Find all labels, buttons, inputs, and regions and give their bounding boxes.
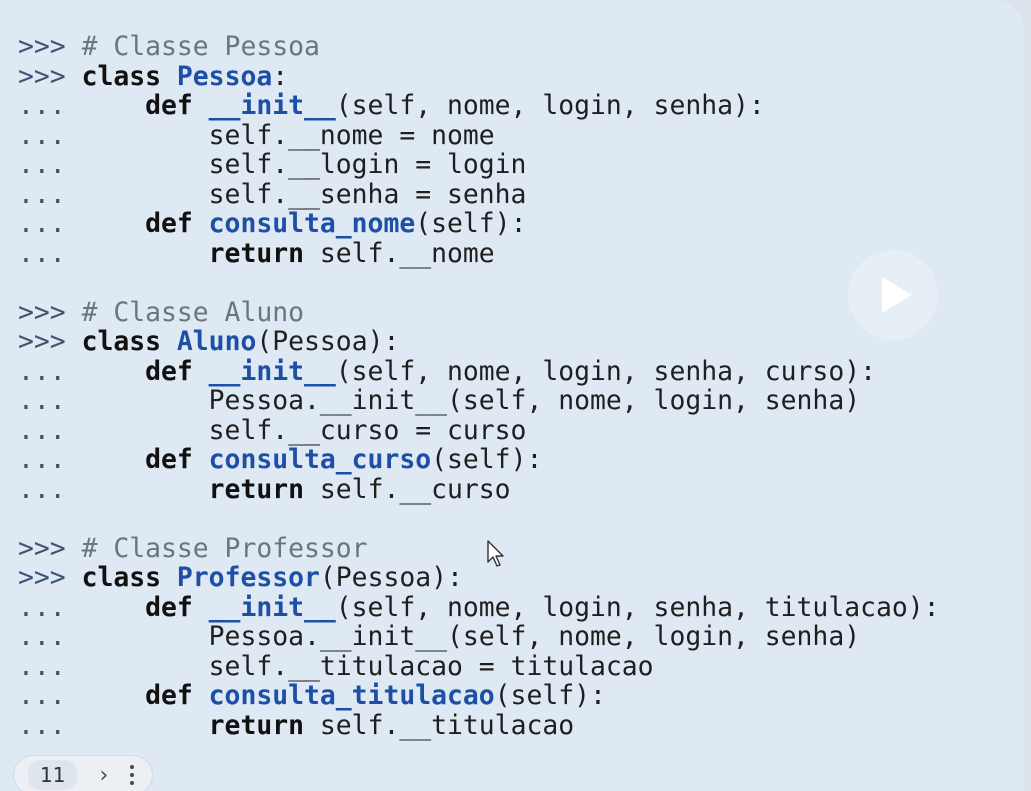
prompt: ... xyxy=(18,473,209,505)
keyword: return xyxy=(208,473,320,505)
code-text: (self): xyxy=(494,680,606,711)
prompt: ... xyxy=(18,90,146,121)
prompt: >>> xyxy=(18,532,82,564)
code-line: ... return self.__titulacao xyxy=(18,709,940,741)
code-line: ... def __init__(self, nome, login, senh… xyxy=(18,355,940,387)
comment: # Classe Pessoa xyxy=(81,31,320,62)
code-text: (self, nome, login, senha, titulacao): xyxy=(335,591,940,623)
prompt: ... xyxy=(18,355,146,387)
code-line: ... self.__titulacao = titulacao xyxy=(18,650,940,682)
code-block: >>> # Classe Pessoa >>> class Pessoa:... … xyxy=(18,32,940,740)
prompt: ... xyxy=(18,237,209,269)
page-number[interactable]: 11 xyxy=(28,760,78,790)
keyword: class xyxy=(81,60,177,92)
identifier: __init__ xyxy=(208,90,336,121)
play-button[interactable] xyxy=(848,250,938,340)
identifier: Pessoa xyxy=(176,60,273,92)
comment: # Classe Aluno xyxy=(81,296,305,328)
screen: >>> # Classe Pessoa >>> class Pessoa:... … xyxy=(0,0,1031,791)
mouse-pointer-icon xyxy=(487,540,504,567)
keyword: def xyxy=(145,355,209,387)
keyword: def xyxy=(145,208,209,239)
prompt: >>> xyxy=(18,326,82,357)
code-line: >>> class Aluno(Pessoa): xyxy=(18,327,940,357)
prompt: ... xyxy=(18,591,146,623)
keyword: return xyxy=(208,709,320,741)
code-text: Pessoa.__init__(self, nome, login, senha… xyxy=(208,621,861,652)
prompt: ... xyxy=(18,680,146,711)
code-text: (self): xyxy=(415,208,527,239)
identifier: Professor xyxy=(176,562,320,593)
slide-pager: 11 › xyxy=(14,756,153,791)
comment: # Classe Professor xyxy=(81,532,368,564)
prompt: >>> xyxy=(18,562,82,593)
prompt: >>> xyxy=(18,60,82,92)
prompt: >>> xyxy=(18,31,82,62)
code-text: self.__login = login xyxy=(208,149,527,180)
keyword: def xyxy=(145,90,209,121)
code-text: self.__nome = nome xyxy=(208,119,495,151)
identifier: Aluno xyxy=(176,326,257,357)
code-line: ... def consulta_nome(self): xyxy=(18,209,940,239)
code-text: (Pessoa): xyxy=(256,326,400,357)
code-line: ... def __init__(self, nome, login, senh… xyxy=(18,591,940,623)
prompt: ... xyxy=(18,444,146,475)
code-text: self.__titulacao xyxy=(319,709,575,741)
code-line: ... self.__curso = curso xyxy=(18,414,940,446)
prompt: ... xyxy=(18,178,209,210)
keyword: def xyxy=(145,680,209,711)
code-line: >>> # Classe Pessoa xyxy=(18,32,940,62)
code-text: self.__senha = senha xyxy=(208,178,527,210)
code-line: ... def __init__(self, nome, login, senh… xyxy=(18,91,940,121)
prompt: ... xyxy=(18,149,209,180)
code-line: ... return self.__nome xyxy=(18,237,940,269)
keyword: def xyxy=(145,591,209,623)
keyword: return xyxy=(208,237,320,269)
prompt: ... xyxy=(18,414,209,446)
code-line: >>> # Classe Professor xyxy=(18,532,940,564)
code-line: ... Pessoa.__init__(self, nome, login, s… xyxy=(18,622,940,652)
prompt: ... xyxy=(18,119,209,151)
identifier: consulta_titulacao xyxy=(208,680,495,711)
code-text: (self, nome, login, senha): xyxy=(335,90,765,121)
keyword: class xyxy=(81,562,177,593)
code-line: ... self.__login = login xyxy=(18,150,940,180)
keyword: def xyxy=(145,444,209,475)
identifier: __init__ xyxy=(208,355,336,387)
code-line: ... def consulta_curso(self): xyxy=(18,445,940,475)
code-line: ... self.__nome = nome xyxy=(18,119,940,151)
code-line: ... return self.__curso xyxy=(18,473,940,505)
prompt: ... xyxy=(18,709,209,741)
code-text: (self, nome, login, senha, curso): xyxy=(335,355,876,387)
identifier: consulta_curso xyxy=(208,444,432,475)
code-line: >>> # Classe Aluno xyxy=(18,296,940,328)
prompt: >>> xyxy=(18,296,82,328)
code-line: ... Pessoa.__init__(self, nome, login, s… xyxy=(18,386,940,416)
code-text: (self): xyxy=(431,444,543,475)
prompt: ... xyxy=(18,650,209,682)
code-line: ... self.__senha = senha xyxy=(18,178,940,210)
code-line: ... def consulta_titulacao(self): xyxy=(18,681,940,711)
code-text: self.__curso = curso xyxy=(208,414,527,446)
identifier: consulta_nome xyxy=(208,208,416,239)
more-vertical-icon[interactable] xyxy=(130,765,135,785)
code-text: self.__nome xyxy=(319,237,495,269)
keyword: class xyxy=(81,326,177,357)
prompt: ... xyxy=(18,621,209,652)
prompt: ... xyxy=(18,208,146,239)
code-text: (Pessoa): xyxy=(319,562,463,593)
code-text: self.__curso xyxy=(319,473,511,505)
play-icon xyxy=(882,277,912,313)
code-line: >>> class Pessoa: xyxy=(18,60,940,92)
chevron-right-icon[interactable]: › xyxy=(99,763,108,788)
code-text: self.__titulacao = titulacao xyxy=(208,650,654,682)
code-line: >>> class Professor(Pessoa): xyxy=(18,563,940,593)
identifier: __init__ xyxy=(208,591,336,623)
code-text: : xyxy=(272,60,289,92)
code-text: Pessoa.__init__(self, nome, login, senha… xyxy=(208,385,861,416)
prompt: ... xyxy=(18,385,209,416)
code-panel: >>> # Classe Pessoa >>> class Pessoa:... … xyxy=(0,0,1024,791)
